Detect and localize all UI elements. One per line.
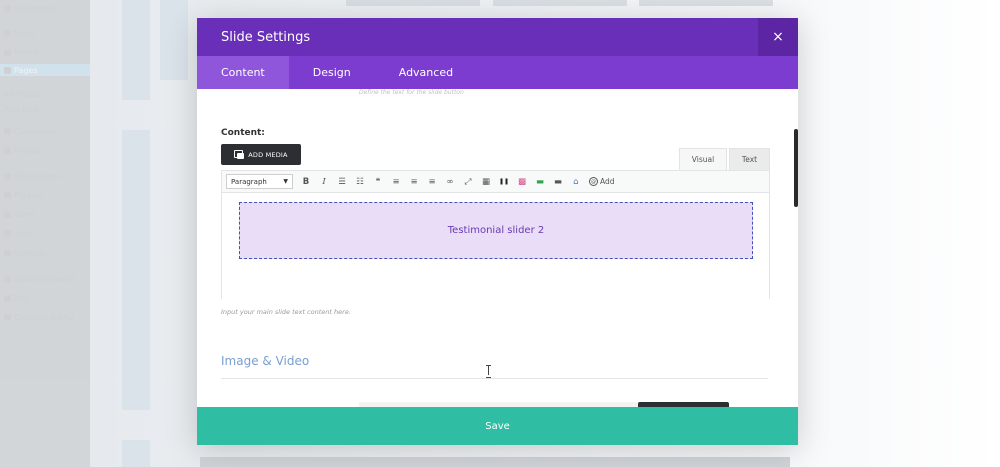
add-shortcode-button[interactable]: @ Add [585, 173, 619, 191]
align-center-icon[interactable]: ≡ [405, 173, 423, 191]
wp-menu-plugins[interactable]: Plugins [4, 189, 86, 201]
settings-tabs: Content Design Advanced [197, 56, 798, 89]
align-left-icon[interactable]: ≡ [387, 173, 405, 191]
media-icon [234, 150, 245, 159]
add-media-label: ADD MEDIA [248, 150, 288, 159]
wp-admin-sidebar: Dashboard Posts Media Pages All Pages Ad… [0, 0, 90, 467]
blockquote-icon[interactable]: ❝ [369, 173, 387, 191]
bg-row-bar [346, 0, 480, 6]
divi-icon [4, 294, 11, 302]
projects-icon [4, 146, 11, 154]
pages-icon [4, 66, 11, 74]
bullet-list-icon[interactable]: ☰ [333, 173, 351, 191]
editor-content-area[interactable]: Testimonial slider 2 [222, 193, 769, 299]
bg-module-column [160, 0, 188, 80]
modal-title: Slide Settings [221, 29, 311, 45]
tab-advanced[interactable]: Advanced [375, 56, 477, 89]
wp-menu-settings[interactable]: Settings [4, 247, 86, 259]
dashboard-icon [4, 4, 11, 12]
content-help-text: Input your main slide text content here. [221, 308, 351, 316]
shortcode-icon[interactable]: ❚❚ [495, 173, 513, 191]
toolbar-toggle-icon[interactable]: ▦ [477, 173, 495, 191]
bg-module-column [122, 440, 150, 467]
content-label: Content: [221, 128, 265, 138]
wp-menu-add-new[interactable]: Add New [4, 103, 86, 115]
faded-field-description: Define the text for the slide button [359, 89, 464, 96]
wp-menu-collapse[interactable]: Collapse menu [4, 311, 86, 323]
settings-icon [4, 249, 11, 257]
editor-tab-text[interactable]: Text [729, 148, 770, 170]
tab-design[interactable]: Design [289, 56, 375, 89]
format-select[interactable]: Paragraph ▼ [226, 174, 293, 189]
comments-icon [4, 127, 11, 135]
align-right-icon[interactable]: ≡ [423, 173, 441, 191]
save-button[interactable]: Save [197, 407, 798, 445]
image-video-section-toggle[interactable]: Image & Video [221, 354, 309, 368]
wp-menu-woocommerce[interactable]: WooCommerce [4, 273, 86, 285]
link-icon[interactable]: ∞ [441, 173, 459, 191]
chevron-down-icon: ▼ [283, 178, 288, 185]
woocommerce-icon [4, 275, 11, 283]
wp-menu-pages[interactable]: Pages [0, 64, 90, 76]
scrollbar-thumb[interactable] [794, 129, 798, 207]
bg-module-column [122, 130, 150, 410]
bold-icon[interactable]: B [297, 173, 315, 191]
wp-menu-comments[interactable]: Comments [4, 125, 86, 137]
add-media-button[interactable]: ADD MEDIA [221, 144, 301, 165]
wp-menu-projects[interactable]: Projects [4, 144, 86, 156]
modal-header: Slide Settings × [197, 18, 798, 56]
pin-icon [4, 29, 11, 37]
section-divider [221, 378, 768, 379]
testimonial-slider-placeholder[interactable]: Testimonial slider 2 [239, 202, 753, 259]
wp-menu-users[interactable]: Users [4, 208, 86, 220]
bg-row-bar [639, 0, 773, 6]
users-icon [4, 210, 11, 218]
layout-icon[interactable]: ▩ [513, 173, 531, 191]
divider-icon[interactable]: ▬ [549, 173, 567, 191]
tools-icon [4, 229, 11, 237]
text-cursor-icon [486, 365, 491, 378]
lock-icon[interactable]: ⌂ [567, 173, 585, 191]
close-button[interactable]: × [758, 18, 798, 56]
wp-menu-divi[interactable]: Divi [4, 292, 86, 304]
editor-toolbar: Paragraph ▼ B I ☰ ☷ ❝ ≡ ≡ ≡ ∞ ⤢ ▦ ❚❚ ▩ ▬… [222, 171, 769, 193]
fullscreen-icon[interactable]: ⤢ [459, 173, 477, 191]
wp-menu-posts[interactable]: Posts [4, 27, 86, 39]
wp-menu-all-pages[interactable]: All Pages [4, 88, 86, 100]
collapse-icon [4, 313, 11, 321]
wp-menu-media[interactable]: Media [4, 46, 86, 58]
italic-icon[interactable]: I [315, 173, 333, 191]
rich-text-editor: Paragraph ▼ B I ☰ ☷ ❝ ≡ ≡ ≡ ∞ ⤢ ▦ ❚❚ ▩ ▬… [221, 170, 770, 299]
at-icon: @ [589, 177, 598, 186]
slide-settings-modal: Slide Settings × Content Design Advanced… [197, 18, 798, 445]
format-select-value: Paragraph [231, 177, 267, 186]
wp-menu-appearance[interactable]: Appearance [4, 170, 86, 182]
add-label: Add [600, 177, 615, 186]
editor-tab-visual[interactable]: Visual [679, 148, 727, 170]
bg-module-column [122, 0, 150, 100]
modal-body[interactable]: Define the text for the slide button Con… [197, 89, 798, 407]
appearance-icon [4, 172, 11, 180]
bg-bottom-bar [200, 457, 790, 467]
media-icon [4, 48, 11, 56]
numbered-list-icon[interactable]: ☷ [351, 173, 369, 191]
color-bar-icon[interactable]: ▬ [531, 173, 549, 191]
tab-content[interactable]: Content [197, 56, 289, 89]
plugins-icon [4, 191, 11, 199]
bg-row-bar [493, 0, 627, 6]
wp-menu-dashboard[interactable]: Dashboard [4, 2, 86, 14]
wp-menu-tools[interactable]: Tools [4, 227, 86, 239]
